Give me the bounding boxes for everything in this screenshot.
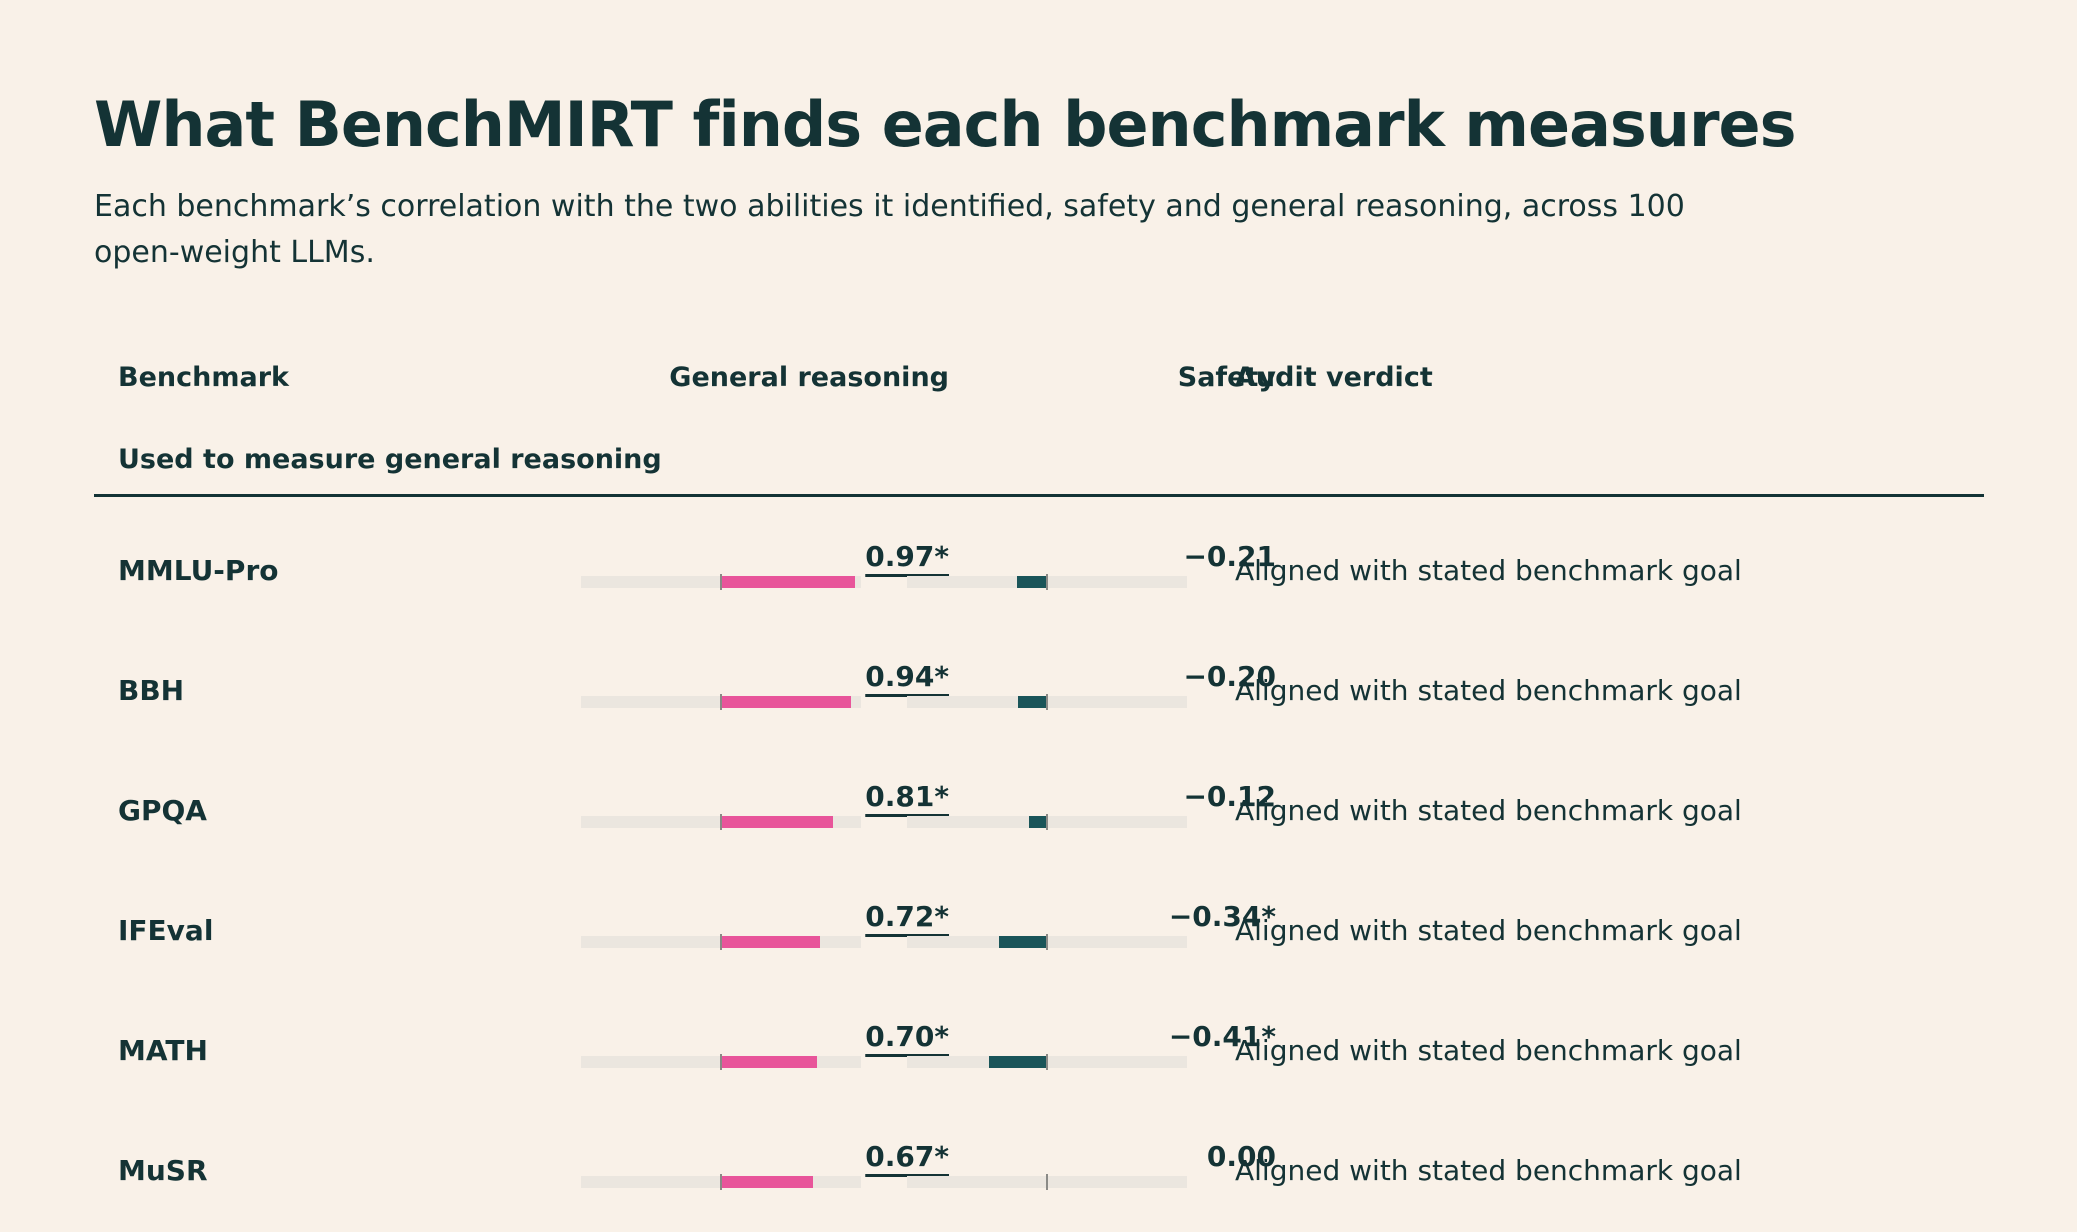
audit-verdict: Aligned with stated benchmark goal (1235, 1154, 1742, 1187)
safety-track (907, 934, 1187, 950)
general-reasoning-bar (720, 816, 833, 828)
page-subtitle: Each benchmark’s correlation with the tw… (94, 189, 1685, 270)
benchmark-name: IFEval (118, 914, 214, 947)
safety-bar (1018, 696, 1046, 708)
safety-track (907, 1054, 1187, 1070)
zero-tick (1046, 814, 1048, 830)
audit-verdict: Aligned with stated benchmark goal (1235, 1034, 1742, 1067)
general-reasoning-bar (720, 1176, 814, 1188)
general-reasoning-value: 0.94* (865, 660, 949, 693)
table-row: GPQA 0.81* −0.12 Aligned with stated benchm… (94, 752, 1984, 872)
safety-bar (1029, 816, 1046, 828)
audit-verdict: Aligned with stated benchmark goal (1235, 914, 1742, 947)
table-row: MATH 0.70* −0.41* Aligned with stated bench… (94, 992, 1984, 1112)
general-reasoning-track (581, 574, 861, 590)
general-reasoning-track (581, 694, 861, 710)
general-reasoning-bar (720, 936, 821, 948)
zero-tick (720, 934, 722, 950)
column-header-benchmark: Benchmark (118, 362, 289, 393)
column-header-general-reasoning: General reasoning (669, 362, 949, 393)
general-reasoning-track (581, 1174, 861, 1190)
general-reasoning-value: 0.70* (865, 1020, 949, 1053)
safety-bar (998, 936, 1046, 948)
zero-tick (1046, 694, 1048, 710)
zero-tick (720, 574, 722, 590)
table-row: MMLU-Pro 0.97* −0.21 Aligned with stated be… (94, 512, 1984, 632)
zero-tick (720, 694, 722, 710)
general-reasoning-track (581, 814, 861, 830)
general-reasoning-value: 0.72* (865, 900, 949, 933)
zero-tick (1046, 1174, 1048, 1190)
table-row: MuSR 0.67* 0.00 Aligned with stated benchma… (94, 1112, 1984, 1232)
general-reasoning-value: 0.81* (865, 780, 949, 813)
audit-verdict: Aligned with stated benchmark goal (1235, 554, 1742, 587)
header-rule (94, 494, 1984, 497)
safety-track (907, 574, 1187, 590)
benchmark-name: BBH (118, 674, 185, 707)
safety-track (907, 1174, 1187, 1190)
page-title: What BenchMIRT finds each benchmark meas… (94, 88, 1796, 161)
safety-bar (1016, 576, 1046, 588)
general-reasoning-bar (720, 696, 851, 708)
table-row: BBH 0.94* −0.20 Aligned with stated benchma… (94, 632, 1984, 752)
benchmark-name: MuSR (118, 1154, 208, 1187)
zero-tick (720, 814, 722, 830)
general-reasoning-bar (720, 576, 855, 588)
safety-track (907, 814, 1187, 830)
general-reasoning-value: 0.67* (865, 1140, 949, 1173)
group-label: Used to measure general reasoning (118, 444, 662, 475)
safety-bar (989, 1056, 1046, 1068)
zero-tick (720, 1174, 722, 1190)
zero-tick (1046, 1054, 1048, 1070)
zero-tick (720, 1054, 722, 1070)
audit-verdict: Aligned with stated benchmark goal (1235, 674, 1742, 707)
general-reasoning-track (581, 934, 861, 950)
audit-verdict: Aligned with stated benchmark goal (1235, 794, 1742, 827)
benchmark-name: MMLU-Pro (118, 554, 279, 587)
benchmark-name: GPQA (118, 794, 207, 827)
general-reasoning-track (581, 1054, 861, 1070)
column-header-audit-verdict: Audit verdict (1235, 362, 1433, 393)
safety-track (907, 694, 1187, 710)
general-reasoning-value: 0.97* (865, 540, 949, 573)
benchmark-name: MATH (118, 1034, 208, 1067)
zero-tick (1046, 574, 1048, 590)
zero-tick (1046, 934, 1048, 950)
table-row: IFEval 0.72* −0.34* Aligned with stated ben… (94, 872, 1984, 992)
general-reasoning-bar (720, 1056, 818, 1068)
